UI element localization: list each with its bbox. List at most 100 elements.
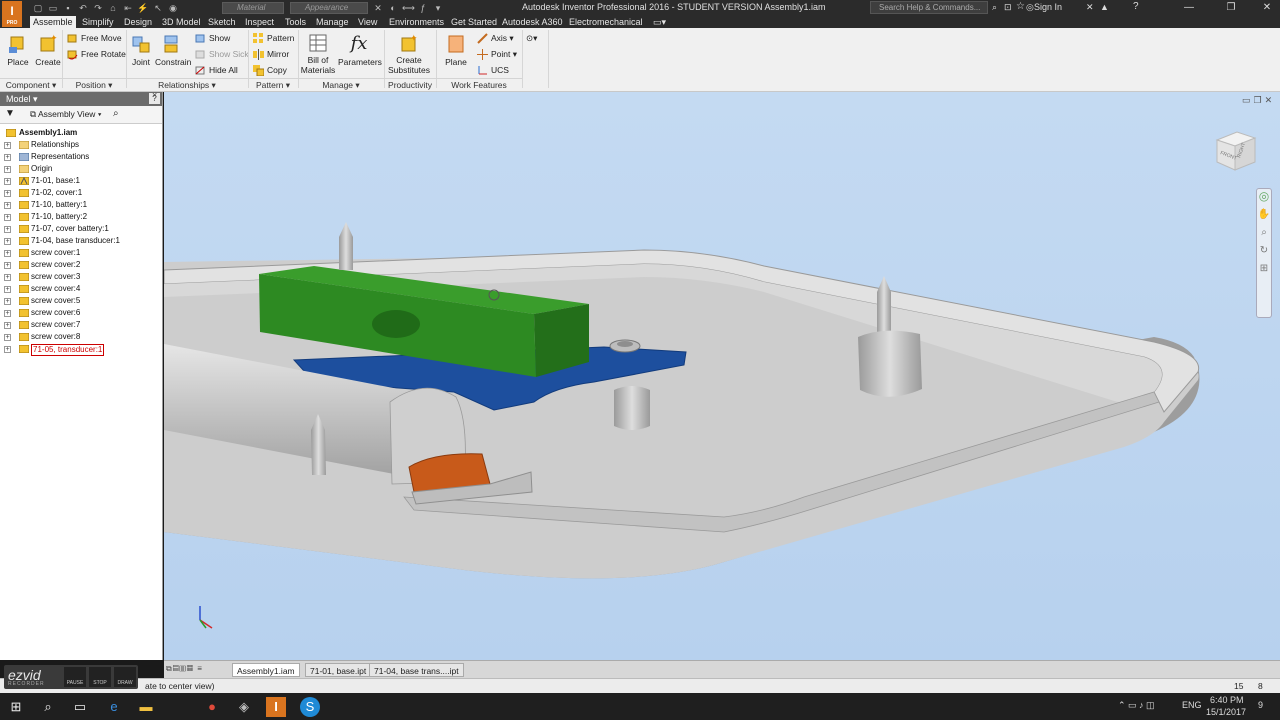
tab-get-started[interactable]: Get Started bbox=[448, 16, 500, 28]
file-explorer-icon[interactable]: ▬ bbox=[136, 697, 156, 717]
fx-icon[interactable]: ƒ bbox=[417, 3, 429, 14]
hide-all-button[interactable]: Hide All bbox=[195, 63, 238, 77]
tree-item[interactable]: + screw cover:8 bbox=[0, 331, 162, 343]
tab-manage[interactable]: Manage bbox=[313, 16, 352, 28]
expand-icon[interactable]: + bbox=[4, 154, 11, 161]
look-at-icon[interactable]: ⊞ bbox=[1257, 263, 1271, 281]
place-button[interactable]: Place bbox=[6, 33, 30, 67]
pattern-panel-label[interactable]: Pattern ▾ bbox=[248, 78, 298, 90]
bill-of-materials-button[interactable]: Bill of Materials bbox=[300, 33, 336, 75]
new-icon[interactable]: ▢ bbox=[32, 3, 44, 14]
expand-icon[interactable]: + bbox=[4, 166, 11, 173]
help-icon[interactable]: ? bbox=[1133, 1, 1139, 12]
a360-icon[interactable]: ▲ bbox=[1100, 2, 1109, 12]
close-button[interactable]: ✕ bbox=[1254, 0, 1280, 16]
tab-electromechanical[interactable]: Electromechanical bbox=[566, 16, 646, 28]
constrain-button[interactable]: Constrain bbox=[155, 33, 191, 67]
graphics-viewport[interactable]: FRONT RIGHT ◎ ✋ ⌕ ↻ ⊞ ▭❐✕ bbox=[164, 92, 1280, 660]
axis-button[interactable]: Axis ▾ bbox=[477, 31, 514, 45]
tree-root-assembly[interactable]: Assembly1.iam bbox=[0, 127, 162, 139]
measure-icon[interactable]: ⟷ bbox=[402, 3, 415, 14]
zoom-icon[interactable]: ⌕ bbox=[1257, 227, 1271, 245]
clear-appearance-icon[interactable]: ✕ bbox=[372, 3, 384, 14]
filter-icon[interactable]: ▼ bbox=[5, 108, 15, 119]
doc-tab-base[interactable]: 71-01, base.ipt bbox=[305, 663, 372, 677]
update-icon[interactable]: ⚡ bbox=[137, 3, 149, 14]
tree-item[interactable]: + Relationships bbox=[0, 139, 162, 151]
expand-icon[interactable]: + bbox=[4, 286, 11, 293]
tab-simplify[interactable]: Simplify bbox=[79, 16, 117, 28]
expand-icon[interactable]: + bbox=[4, 250, 11, 257]
app-icon[interactable]: ◈ bbox=[234, 697, 254, 717]
relationships-panel-label[interactable]: Relationships ▾ bbox=[126, 78, 248, 90]
tab-design[interactable]: Design bbox=[121, 16, 155, 28]
material-combo[interactable]: Material bbox=[222, 2, 284, 14]
expand-icon[interactable]: + bbox=[4, 202, 11, 209]
point-button[interactable]: Point ▾ bbox=[477, 47, 517, 61]
orbit-icon[interactable]: ↻ bbox=[1257, 245, 1271, 263]
position-panel-label[interactable]: Position ▾ bbox=[62, 78, 126, 90]
tab-inspect[interactable]: Inspect bbox=[242, 16, 277, 28]
expand-icon[interactable]: + bbox=[4, 142, 11, 149]
tree-item[interactable]: + screw cover:5 bbox=[0, 295, 162, 307]
ezvid-stop-button[interactable]: STOP bbox=[89, 667, 111, 687]
assembly-view-dropdown[interactable]: ⧉ Assembly View ▾ bbox=[30, 109, 101, 120]
ucs-button[interactable]: UCS bbox=[477, 63, 509, 77]
steering-wheel-icon[interactable]: ◎ bbox=[1257, 189, 1271, 209]
skype-icon[interactable]: S bbox=[300, 697, 320, 717]
expand-icon[interactable]: + bbox=[4, 346, 11, 353]
tree-item[interactable]: +71-07, cover battery:1 bbox=[0, 223, 162, 235]
expand-icon[interactable]: + bbox=[4, 274, 11, 281]
show-button[interactable]: Show bbox=[195, 31, 230, 45]
browser-close-button[interactable]: × bbox=[152, 90, 157, 100]
tree-item[interactable]: +71-10, battery:2 bbox=[0, 211, 162, 223]
tab-autodesk-a360[interactable]: Autodesk A360 bbox=[499, 16, 566, 28]
chrome-icon[interactable]: ● bbox=[202, 697, 222, 717]
viewcube[interactable]: FRONT RIGHT bbox=[1213, 130, 1259, 174]
expand-icon[interactable]: + bbox=[4, 190, 11, 197]
tree-item[interactable]: + screw cover:7 bbox=[0, 319, 162, 331]
tab-environments[interactable]: Environments bbox=[386, 16, 447, 28]
show-sick-button[interactable]: Show Sick bbox=[195, 47, 249, 61]
create-button[interactable]: ✦ Create bbox=[35, 33, 61, 67]
exchange-icon[interactable]: ✕ bbox=[1086, 2, 1094, 13]
create-substitutes-button[interactable]: ✦ Create Substitutes bbox=[387, 33, 431, 75]
pattern-button[interactable]: Pattern bbox=[253, 31, 294, 45]
expand-icon[interactable]: + bbox=[4, 322, 11, 329]
ezvid-draw-button[interactable]: DRAW bbox=[114, 667, 136, 687]
app-menu-button[interactable]: I PRO bbox=[2, 1, 22, 27]
ribbon-options-icon[interactable]: ▭▾ bbox=[650, 16, 669, 28]
user-icon[interactable]: ◎ bbox=[1026, 2, 1034, 13]
expand-icon[interactable]: + bbox=[4, 214, 11, 221]
adjust-icon[interactable]: ◐ bbox=[387, 3, 399, 14]
browser-title[interactable]: Model ▾ bbox=[6, 94, 38, 104]
mirror-button[interactable]: Mirror bbox=[253, 47, 289, 61]
help-search-input[interactable]: Search Help & Commands... bbox=[870, 1, 988, 14]
tree-item[interactable]: + screw cover:1 bbox=[0, 247, 162, 259]
redo-icon[interactable]: ↷ bbox=[92, 3, 104, 14]
save-icon[interactable]: ▪ bbox=[62, 3, 74, 14]
language-indicator[interactable]: ENG bbox=[1182, 700, 1202, 710]
viewport-window-controls[interactable]: ▭❐✕ bbox=[1242, 95, 1275, 106]
expand-icon[interactable]: + bbox=[4, 178, 11, 185]
post-right-base[interactable] bbox=[858, 330, 922, 397]
tree-item[interactable]: +71-04, base transducer:1 bbox=[0, 235, 162, 247]
tree-item[interactable]: + screw cover:2 bbox=[0, 259, 162, 271]
open-icon[interactable]: ▭ bbox=[47, 3, 59, 14]
search-icon[interactable]: ⌕ bbox=[38, 697, 58, 717]
appearance-combo[interactable]: Appearance bbox=[290, 2, 368, 14]
inventor-taskbar-icon[interactable]: I bbox=[266, 697, 286, 717]
tree-item[interactable]: + screw cover:4 bbox=[0, 283, 162, 295]
tree-item[interactable]: + screw cover:6 bbox=[0, 307, 162, 319]
joint-button[interactable]: Joint bbox=[129, 33, 153, 67]
tree-item[interactable]: +71-05, transducer:1 bbox=[0, 343, 162, 356]
return-icon[interactable]: ⇤ bbox=[122, 3, 134, 14]
favorites-icon[interactable]: ☆ bbox=[1016, 1, 1025, 12]
color-wheel-icon[interactable]: ◉ bbox=[167, 3, 179, 14]
expand-icon[interactable]: + bbox=[4, 310, 11, 317]
tree-item[interactable]: +71-02, cover:1 bbox=[0, 187, 162, 199]
tab-sketch[interactable]: Sketch bbox=[205, 16, 239, 28]
tab-assemble[interactable]: Assemble bbox=[30, 16, 76, 28]
customize-icon[interactable]: ▾ bbox=[432, 3, 444, 14]
sign-in-link[interactable]: Sign In bbox=[1034, 2, 1062, 12]
